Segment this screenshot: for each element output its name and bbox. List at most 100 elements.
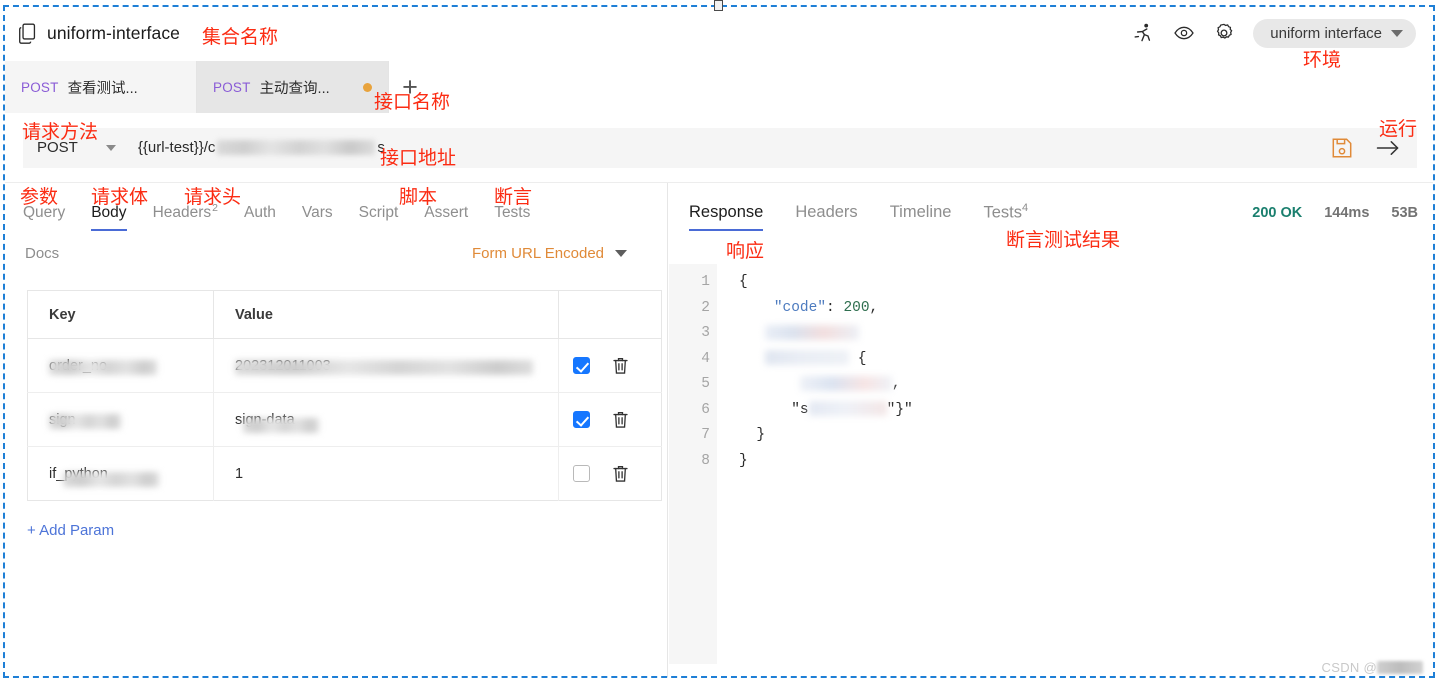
unsaved-indicator-icon [363, 82, 372, 92]
request-pane: Query Body Headers2 Auth Vars Script Ass… [5, 183, 668, 677]
table-row[interactable]: order_no 202312011003 [27, 338, 662, 393]
url-bar-row: POST {{url-test}}/c s [5, 113, 1433, 183]
trash-icon[interactable] [612, 356, 629, 375]
table-row[interactable]: sign sign-data [27, 392, 662, 447]
tab-label: Tests [983, 203, 1022, 221]
copy-icon [18, 23, 37, 44]
line-number: 3 [701, 325, 710, 341]
trash-icon[interactable] [612, 410, 629, 429]
body-type-select[interactable]: Form URL Encoded [472, 245, 627, 262]
param-key-cell[interactable]: sign [27, 392, 214, 447]
save-icon[interactable] [1331, 137, 1353, 159]
column-actions [558, 290, 662, 339]
tab-script[interactable]: Script [359, 204, 399, 231]
watermark: CSDN @ [1322, 660, 1423, 675]
response-json: { "code": 200, { , "s "}" } } [717, 264, 1433, 664]
json-text: { [739, 274, 748, 290]
gear-icon[interactable] [1213, 22, 1235, 44]
method-value: POST [37, 139, 78, 156]
url-redacted-segment [217, 140, 376, 155]
param-key-cell[interactable]: order_no [27, 338, 214, 393]
tab-label: Assert [424, 204, 469, 221]
param-value: 1 [235, 465, 244, 482]
docs-link[interactable]: Docs [25, 245, 59, 262]
tab-label: Body [91, 204, 127, 221]
eye-icon[interactable] [1173, 22, 1195, 44]
tab-title: 主动查询... [259, 80, 330, 97]
param-value-redacted: sign-data [235, 412, 319, 433]
response-time: 144ms [1324, 205, 1370, 221]
json-redacted-segment [808, 401, 887, 417]
line-number: 5 [701, 376, 710, 392]
send-arrow-icon[interactable] [1375, 137, 1401, 159]
tab-auth[interactable]: Auth [244, 204, 276, 231]
response-section-tabs: Response Headers Timeline Tests4 200 OK … [669, 183, 1433, 231]
chevron-down-icon [1391, 29, 1403, 37]
runner-icon[interactable] [1133, 22, 1155, 44]
tab-response[interactable]: Response [689, 203, 764, 231]
table-row[interactable]: if_python 1 [27, 446, 662, 501]
line-number-gutter: 1 2 3 4 5 6 7 8 [669, 264, 717, 664]
tab-timeline[interactable]: Timeline [890, 203, 952, 231]
request-tab-1[interactable]: POST 主动查询... [197, 61, 389, 113]
json-redacted-segment [765, 350, 850, 366]
new-tab-button[interactable]: + [389, 61, 431, 113]
resize-handle-top[interactable] [714, 0, 723, 11]
json-key: "code" [773, 299, 827, 316]
tab-tests[interactable]: Tests [494, 204, 530, 231]
json-line-3 [739, 321, 1433, 347]
json-redacted-segment [799, 375, 892, 391]
column-value: Value [213, 290, 559, 339]
app-header: uniform-interface uniform interface [5, 7, 1433, 59]
param-actions-cell [558, 338, 662, 393]
tab-title: 查看测试... [67, 80, 138, 97]
url-bar: POST {{url-test}}/c s [23, 127, 1417, 168]
json-redacted-segment [765, 324, 860, 340]
body-type-value: Form URL Encoded [472, 244, 604, 262]
tab-label: Auth [244, 204, 276, 221]
tab-label: Vars [301, 204, 333, 221]
app-window: uniform-interface uniform interface POST… [0, 0, 1439, 682]
param-enabled-checkbox[interactable] [573, 411, 590, 428]
json-line-8: } [739, 449, 1433, 475]
param-value-cell[interactable]: sign-data [213, 392, 559, 447]
param-enabled-checkbox[interactable] [573, 465, 590, 482]
params-table: Key Value order_no 202312011003 [27, 290, 662, 501]
response-meta: 200 OK 144ms 53B [1252, 205, 1433, 231]
param-value-cell[interactable]: 1 [213, 446, 559, 501]
param-key-redacted: sign [49, 412, 121, 429]
param-value-cell[interactable]: 202312011003 [213, 338, 559, 393]
tab-assert[interactable]: Assert [424, 204, 468, 231]
tab-vars[interactable]: Vars [302, 204, 333, 231]
param-enabled-checkbox[interactable] [573, 357, 590, 374]
request-tab-0[interactable]: POST 查看测试... [5, 61, 197, 113]
json-value: 200 [843, 299, 870, 316]
tab-label: Headers [795, 203, 858, 221]
tab-response-tests[interactable]: Tests4 [983, 202, 1028, 232]
json-line-2: "code": 200, [773, 299, 879, 316]
line-number: 1 [701, 274, 710, 290]
tab-response-headers[interactable]: Headers [795, 203, 857, 231]
tab-headers[interactable]: Headers2 [153, 202, 218, 231]
param-key-cell[interactable]: if_python [27, 446, 214, 501]
docs-row: Docs Form URL Encoded [5, 231, 667, 275]
url-input[interactable]: {{url-test}}/c s [138, 139, 385, 156]
watermark-redacted [1377, 661, 1423, 674]
watermark-text: CSDN @ [1321, 660, 1377, 675]
line-number: 6 [701, 401, 710, 418]
json-line-5: , [739, 372, 1433, 398]
tab-body[interactable]: Body [91, 204, 127, 231]
method-select[interactable]: POST [37, 139, 126, 156]
trash-icon[interactable] [612, 464, 629, 483]
add-param-button[interactable]: + Add Param [27, 522, 114, 539]
tab-query[interactable]: Query [23, 204, 65, 231]
environment-selector[interactable]: uniform interface [1253, 18, 1416, 48]
url-bar-actions [1331, 137, 1409, 159]
tab-label: Script [358, 204, 399, 221]
response-body-viewer[interactable]: 1 2 3 4 5 6 7 8 { "code": 200, { , "s "}"… [669, 264, 1433, 664]
line-number: 7 [701, 427, 710, 443]
request-section-tabs: Query Body Headers2 Auth Vars Script Ass… [5, 183, 667, 231]
status-badge: 200 OK [1252, 205, 1303, 221]
json-line-4: { [739, 347, 1433, 373]
collection-title: uniform-interface [47, 22, 181, 43]
